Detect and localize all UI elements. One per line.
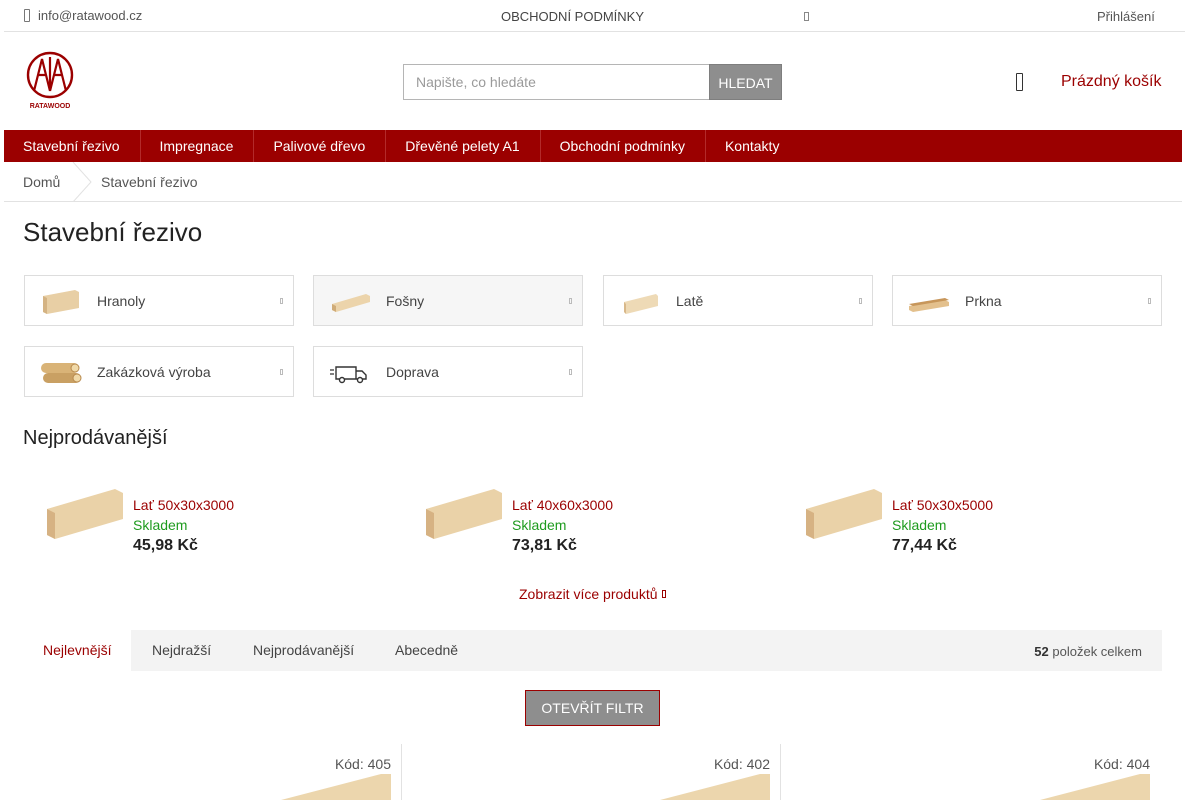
breadcrumb-current: Stavební řezivo — [101, 174, 198, 190]
bestseller-item[interactable]: Lať 50x30x3000 Skladem 45,98 Kč — [45, 489, 385, 559]
chevron-right-icon — [569, 298, 572, 304]
stock-status: Skladem — [512, 517, 567, 533]
plank-icon — [332, 294, 370, 312]
open-filter-button[interactable]: OTEVŘÍT FILTR — [525, 690, 660, 726]
product-price: 45,98 Kč — [133, 537, 198, 554]
breadcrumb-home[interactable]: Domů — [23, 174, 60, 190]
main-nav: Stavební řezivo Impregnace Palivové dřev… — [4, 130, 1182, 162]
chevron-right-icon — [859, 298, 862, 304]
item-count-number: 52 — [1034, 644, 1049, 659]
sort-tab-most-expensive[interactable]: Nejdražší — [132, 630, 231, 671]
nav-item-impregnace[interactable]: Impregnace — [141, 130, 255, 162]
item-count-suffix: položek celkem — [1052, 644, 1142, 659]
email-link[interactable]: info@ratawood.cz — [24, 8, 142, 23]
page-title: Stavební řezivo — [23, 217, 203, 247]
logo-text: RATAWOOD — [30, 103, 71, 110]
sort-bar: Nejlevnější Nejdražší Nejprodávanější Ab… — [23, 630, 1162, 671]
category-label: Prkna — [965, 293, 1002, 309]
category-zakazkova-vyroba[interactable]: Zakázková výroba — [24, 346, 294, 397]
product-image — [281, 774, 391, 800]
product-image — [1040, 774, 1150, 800]
product-image — [660, 774, 770, 800]
product-code: Kód: 402 — [713, 756, 770, 772]
product-image — [47, 489, 123, 539]
breadcrumb: Domů Stavební řezivo — [4, 162, 1182, 202]
product-image — [806, 489, 882, 539]
product-image — [426, 489, 502, 539]
stock-status: Skladem — [133, 517, 188, 533]
chevron-right-icon — [280, 298, 283, 304]
product-card[interactable]: Kód: 405 — [23, 744, 402, 800]
chevron-right-icon — [280, 369, 283, 375]
category-doprava[interactable]: Doprava — [313, 346, 583, 397]
stock-status: Skladem — [892, 517, 947, 533]
product-card[interactable]: Kód: 404 — [781, 744, 1160, 800]
truck-icon — [330, 366, 367, 384]
bestseller-item[interactable]: Lať 50x30x5000 Skladem 77,44 Kč — [804, 489, 1144, 559]
category-label: Hranoly — [97, 293, 146, 309]
logs-icon — [41, 363, 82, 383]
chevron-right-icon — [569, 369, 572, 375]
category-fosny[interactable]: Fošny — [313, 275, 583, 326]
chevron-down-icon — [661, 590, 666, 598]
category-label: Zakázková výroba — [97, 364, 211, 380]
sort-tab-bestselling[interactable]: Nejprodávanější — [233, 630, 374, 671]
search-input[interactable] — [403, 64, 709, 100]
nav-item-kontakty[interactable]: Kontakty — [706, 130, 799, 162]
chevron-right-icon — [1148, 298, 1151, 304]
show-more-products-link[interactable]: Zobrazit více produktů — [519, 586, 666, 602]
cart-link[interactable]: Prázdný košík — [1061, 73, 1161, 91]
nav-item-obchodni-podminky[interactable]: Obchodní podmínky — [541, 130, 706, 162]
phone-icon — [804, 12, 809, 21]
nav-item-pelety[interactable]: Dřevěné pelety A1 — [386, 130, 541, 162]
ratawood-logo[interactable]: RATAWOOD — [24, 51, 76, 111]
item-count: 52 položek celkem — [1034, 644, 1142, 659]
email-text: info@ratawood.cz — [38, 8, 143, 23]
bestseller-item[interactable]: Lať 40x60x3000 Skladem 73,81 Kč — [424, 489, 764, 559]
cart-icon[interactable] — [1016, 73, 1023, 91]
top-bar: info@ratawood.cz OBCHODNÍ PODMÍNKY Přihl… — [4, 0, 1185, 32]
sort-tab-alphabetical[interactable]: Abecedně — [375, 630, 478, 671]
product-price: 77,44 Kč — [892, 537, 957, 554]
product-code: Kód: 404 — [1093, 756, 1150, 772]
envelope-icon — [24, 9, 30, 22]
product-code: Kód: 405 — [334, 756, 391, 772]
category-label: Doprava — [386, 364, 439, 380]
top-terms-link[interactable]: OBCHODNÍ PODMÍNKY — [501, 9, 644, 24]
search-button[interactable]: HLEDAT — [709, 64, 782, 100]
sort-tab-cheapest[interactable]: Nejlevnější — [23, 630, 132, 671]
product-card[interactable]: Kód: 402 — [402, 744, 781, 800]
bestseller-name[interactable]: Lať 50x30x5000 — [892, 497, 993, 513]
nav-item-stavebni-rezivo[interactable]: Stavební řezivo — [4, 130, 141, 162]
beam-icon — [43, 290, 79, 314]
product-price: 73,81 Kč — [512, 537, 577, 554]
show-more-label: Zobrazit více produktů — [519, 586, 658, 602]
lath-icon — [624, 294, 658, 314]
category-label: Latě — [676, 293, 704, 309]
bestseller-name[interactable]: Lať 40x60x3000 — [512, 497, 613, 513]
bestsellers-title: Nejprodávanější — [23, 427, 168, 449]
nav-item-palivove-drevo[interactable]: Palivové dřevo — [254, 130, 387, 162]
category-hranoly[interactable]: Hranoly — [24, 275, 294, 326]
login-link[interactable]: Přihlášení — [1097, 9, 1155, 24]
category-prkna[interactable]: Prkna — [892, 275, 1162, 326]
category-label: Fošny — [386, 293, 425, 309]
breadcrumb-separator-icon — [72, 162, 92, 202]
bestseller-name[interactable]: Lať 50x30x3000 — [133, 497, 234, 513]
search-form: HLEDAT — [403, 64, 782, 100]
board-icon — [909, 298, 949, 312]
category-late[interactable]: Latě — [603, 275, 873, 326]
